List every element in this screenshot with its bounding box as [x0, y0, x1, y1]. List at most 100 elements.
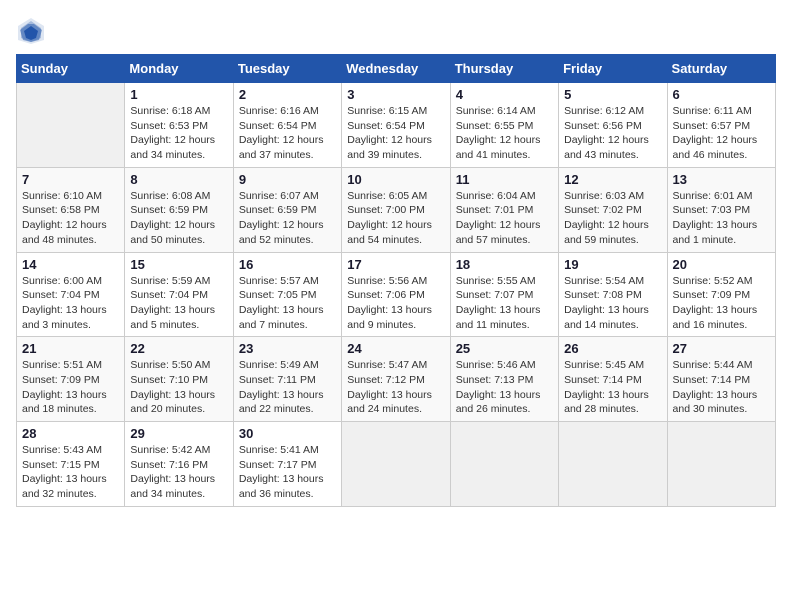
- day-number: 10: [347, 172, 444, 187]
- calendar-cell: 21 Sunrise: 5:51 AM Sunset: 7:09 PM Dayli…: [17, 337, 125, 422]
- day-number: 21: [22, 341, 119, 356]
- calendar-cell: 6 Sunrise: 6:11 AM Sunset: 6:57 PM Daylig…: [667, 83, 775, 168]
- page-header: [16, 16, 776, 46]
- day-info: Sunrise: 6:10 AM Sunset: 6:58 PM Dayligh…: [22, 189, 119, 248]
- header-day-tuesday: Tuesday: [233, 55, 341, 83]
- day-info: Sunrise: 6:00 AM Sunset: 7:04 PM Dayligh…: [22, 274, 119, 333]
- day-info: Sunrise: 6:01 AM Sunset: 7:03 PM Dayligh…: [673, 189, 770, 248]
- day-number: 26: [564, 341, 661, 356]
- day-number: 6: [673, 87, 770, 102]
- calendar-table: SundayMondayTuesdayWednesdayThursdayFrid…: [16, 54, 776, 507]
- day-number: 8: [130, 172, 227, 187]
- day-number: 9: [239, 172, 336, 187]
- day-number: 5: [564, 87, 661, 102]
- day-info: Sunrise: 5:52 AM Sunset: 7:09 PM Dayligh…: [673, 274, 770, 333]
- day-number: 15: [130, 257, 227, 272]
- day-number: 30: [239, 426, 336, 441]
- day-info: Sunrise: 5:59 AM Sunset: 7:04 PM Dayligh…: [130, 274, 227, 333]
- week-row-5: 28 Sunrise: 5:43 AM Sunset: 7:15 PM Dayli…: [17, 422, 776, 507]
- day-info: Sunrise: 6:05 AM Sunset: 7:00 PM Dayligh…: [347, 189, 444, 248]
- day-number: 25: [456, 341, 553, 356]
- day-info: Sunrise: 6:03 AM Sunset: 7:02 PM Dayligh…: [564, 189, 661, 248]
- day-number: 17: [347, 257, 444, 272]
- day-info: Sunrise: 6:15 AM Sunset: 6:54 PM Dayligh…: [347, 104, 444, 163]
- calendar-cell: 29 Sunrise: 5:42 AM Sunset: 7:16 PM Dayli…: [125, 422, 233, 507]
- calendar-cell: [17, 83, 125, 168]
- day-number: 23: [239, 341, 336, 356]
- day-info: Sunrise: 6:04 AM Sunset: 7:01 PM Dayligh…: [456, 189, 553, 248]
- day-number: 1: [130, 87, 227, 102]
- week-row-4: 21 Sunrise: 5:51 AM Sunset: 7:09 PM Dayli…: [17, 337, 776, 422]
- day-info: Sunrise: 5:51 AM Sunset: 7:09 PM Dayligh…: [22, 358, 119, 417]
- calendar-cell: [559, 422, 667, 507]
- day-number: 7: [22, 172, 119, 187]
- day-number: 20: [673, 257, 770, 272]
- day-info: Sunrise: 5:41 AM Sunset: 7:17 PM Dayligh…: [239, 443, 336, 502]
- header-day-sunday: Sunday: [17, 55, 125, 83]
- day-info: Sunrise: 5:46 AM Sunset: 7:13 PM Dayligh…: [456, 358, 553, 417]
- day-info: Sunrise: 6:07 AM Sunset: 6:59 PM Dayligh…: [239, 189, 336, 248]
- day-number: 12: [564, 172, 661, 187]
- calendar-cell: 30 Sunrise: 5:41 AM Sunset: 7:17 PM Dayli…: [233, 422, 341, 507]
- calendar-cell: [667, 422, 775, 507]
- calendar-cell: 28 Sunrise: 5:43 AM Sunset: 7:15 PM Dayli…: [17, 422, 125, 507]
- calendar-cell: 20 Sunrise: 5:52 AM Sunset: 7:09 PM Dayli…: [667, 252, 775, 337]
- calendar-cell: 8 Sunrise: 6:08 AM Sunset: 6:59 PM Daylig…: [125, 167, 233, 252]
- header-day-friday: Friday: [559, 55, 667, 83]
- day-info: Sunrise: 6:12 AM Sunset: 6:56 PM Dayligh…: [564, 104, 661, 163]
- calendar-cell: 23Sunrise: 5:49 AM Sunset: 7:11 PM Dayli…: [233, 337, 341, 422]
- calendar-cell: 25 Sunrise: 5:46 AM Sunset: 7:13 PM Dayli…: [450, 337, 558, 422]
- calendar-cell: 9 Sunrise: 6:07 AM Sunset: 6:59 PM Daylig…: [233, 167, 341, 252]
- day-number: 27: [673, 341, 770, 356]
- calendar-cell: 4 Sunrise: 6:14 AM Sunset: 6:55 PM Daylig…: [450, 83, 558, 168]
- calendar-cell: 2 Sunrise: 6:16 AM Sunset: 6:54 PM Daylig…: [233, 83, 341, 168]
- calendar-cell: [342, 422, 450, 507]
- calendar-cell: 17 Sunrise: 5:56 AM Sunset: 7:06 PM Dayli…: [342, 252, 450, 337]
- day-info: Sunrise: 6:14 AM Sunset: 6:55 PM Dayligh…: [456, 104, 553, 163]
- calendar-cell: 14 Sunrise: 6:00 AM Sunset: 7:04 PM Dayli…: [17, 252, 125, 337]
- week-row-2: 7 Sunrise: 6:10 AM Sunset: 6:58 PM Daylig…: [17, 167, 776, 252]
- logo-icon: [16, 16, 46, 46]
- day-info: Sunrise: 5:56 AM Sunset: 7:06 PM Dayligh…: [347, 274, 444, 333]
- day-number: 18: [456, 257, 553, 272]
- day-number: 3: [347, 87, 444, 102]
- calendar-cell: 27 Sunrise: 5:44 AM Sunset: 7:14 PM Dayli…: [667, 337, 775, 422]
- day-info: Sunrise: 5:55 AM Sunset: 7:07 PM Dayligh…: [456, 274, 553, 333]
- header-day-wednesday: Wednesday: [342, 55, 450, 83]
- day-info: Sunrise: 6:18 AM Sunset: 6:53 PM Dayligh…: [130, 104, 227, 163]
- day-number: 16: [239, 257, 336, 272]
- header-day-saturday: Saturday: [667, 55, 775, 83]
- day-info: Sunrise: 5:42 AM Sunset: 7:16 PM Dayligh…: [130, 443, 227, 502]
- day-info: Sunrise: 5:44 AM Sunset: 7:14 PM Dayligh…: [673, 358, 770, 417]
- day-info: Sunrise: 5:45 AM Sunset: 7:14 PM Dayligh…: [564, 358, 661, 417]
- day-info: Sunrise: 5:43 AM Sunset: 7:15 PM Dayligh…: [22, 443, 119, 502]
- week-row-1: 1 Sunrise: 6:18 AM Sunset: 6:53 PM Daylig…: [17, 83, 776, 168]
- calendar-cell: 13Sunrise: 6:01 AM Sunset: 7:03 PM Dayli…: [667, 167, 775, 252]
- calendar-cell: 1 Sunrise: 6:18 AM Sunset: 6:53 PM Daylig…: [125, 83, 233, 168]
- day-info: Sunrise: 5:54 AM Sunset: 7:08 PM Dayligh…: [564, 274, 661, 333]
- calendar-cell: 12 Sunrise: 6:03 AM Sunset: 7:02 PM Dayli…: [559, 167, 667, 252]
- calendar-cell: [450, 422, 558, 507]
- day-info: Sunrise: 5:50 AM Sunset: 7:10 PM Dayligh…: [130, 358, 227, 417]
- header-day-monday: Monday: [125, 55, 233, 83]
- calendar-cell: 15 Sunrise: 5:59 AM Sunset: 7:04 PM Dayli…: [125, 252, 233, 337]
- day-number: 22: [130, 341, 227, 356]
- header-day-thursday: Thursday: [450, 55, 558, 83]
- calendar-cell: 26 Sunrise: 5:45 AM Sunset: 7:14 PM Dayli…: [559, 337, 667, 422]
- calendar-cell: 7 Sunrise: 6:10 AM Sunset: 6:58 PM Daylig…: [17, 167, 125, 252]
- calendar-cell: 3 Sunrise: 6:15 AM Sunset: 6:54 PM Daylig…: [342, 83, 450, 168]
- day-info: Sunrise: 6:16 AM Sunset: 6:54 PM Dayligh…: [239, 104, 336, 163]
- day-number: 4: [456, 87, 553, 102]
- day-number: 2: [239, 87, 336, 102]
- day-number: 19: [564, 257, 661, 272]
- calendar-cell: 5 Sunrise: 6:12 AM Sunset: 6:56 PM Daylig…: [559, 83, 667, 168]
- day-info: Sunrise: 6:08 AM Sunset: 6:59 PM Dayligh…: [130, 189, 227, 248]
- day-info: Sunrise: 6:11 AM Sunset: 6:57 PM Dayligh…: [673, 104, 770, 163]
- calendar-cell: 16 Sunrise: 5:57 AM Sunset: 7:05 PM Dayli…: [233, 252, 341, 337]
- day-number: 29: [130, 426, 227, 441]
- day-number: 14: [22, 257, 119, 272]
- calendar-cell: 24Sunrise: 5:47 AM Sunset: 7:12 PM Dayli…: [342, 337, 450, 422]
- logo: [16, 16, 50, 46]
- day-number: 28: [22, 426, 119, 441]
- day-info: Sunrise: 5:57 AM Sunset: 7:05 PM Dayligh…: [239, 274, 336, 333]
